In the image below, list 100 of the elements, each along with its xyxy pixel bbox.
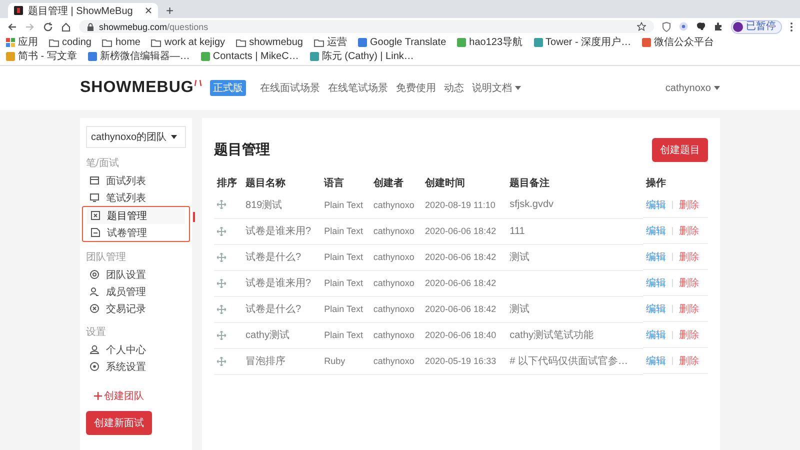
column-header: 语言 bbox=[324, 178, 344, 189]
bookmark[interactable]: work at kejigy bbox=[151, 36, 226, 49]
logo[interactable]: SHOWMEBUG bbox=[80, 79, 202, 97]
table-cell: cathynoxo bbox=[373, 356, 414, 366]
folder-icon bbox=[151, 38, 162, 46]
move-icon[interactable] bbox=[217, 304, 226, 314]
table-cell: cathynoxo bbox=[373, 226, 414, 236]
caret-icon bbox=[170, 135, 177, 139]
table-cell: 试卷是什么? bbox=[246, 252, 302, 263]
bookmark[interactable]: Tower - 深度用户… bbox=[534, 36, 632, 49]
close-icon[interactable] bbox=[145, 7, 152, 14]
move-icon[interactable] bbox=[217, 226, 226, 236]
move-icon[interactable] bbox=[217, 252, 226, 262]
table-cell: Plain Text bbox=[324, 200, 363, 210]
monitor-icon bbox=[90, 193, 99, 202]
site-icon bbox=[6, 52, 15, 61]
table-cell: Plain Text bbox=[324, 330, 363, 340]
table-cell: Plain Text bbox=[324, 226, 363, 236]
home-icon[interactable] bbox=[61, 22, 71, 32]
reload-icon[interactable] bbox=[43, 22, 53, 32]
site-icon bbox=[200, 52, 210, 61]
sidebar-item[interactable]: 团队设置 bbox=[86, 266, 186, 283]
table-cell: Plain Text bbox=[324, 252, 363, 262]
bookmark[interactable]: Contacts | MikeC… bbox=[200, 50, 299, 63]
puzzle-icon[interactable] bbox=[714, 22, 723, 31]
move-icon[interactable] bbox=[217, 330, 226, 340]
bookmark[interactable]: 新榜微信编辑器—… bbox=[88, 50, 190, 63]
sidebar-item[interactable]: 个人中心 bbox=[86, 341, 186, 358]
circle-x-icon bbox=[90, 304, 99, 313]
section-title: 设置 bbox=[86, 326, 107, 339]
back-icon[interactable] bbox=[7, 22, 17, 32]
square-x-icon bbox=[91, 211, 100, 220]
site-icon bbox=[358, 38, 367, 47]
table-cell: 试卷是谁来用? bbox=[246, 226, 312, 237]
table-cell: sfjsk.gvdv bbox=[510, 199, 554, 210]
table-cell: cathynoxo bbox=[373, 330, 414, 340]
table-cell: 测试 bbox=[510, 252, 530, 263]
person-icon bbox=[90, 345, 99, 354]
table-cell: 2020-06-06 18:42 bbox=[425, 278, 496, 288]
star-icon[interactable] bbox=[637, 22, 646, 31]
bookmark[interactable]: Google Translate bbox=[358, 36, 446, 49]
site-icon bbox=[642, 38, 652, 47]
more-icon[interactable] bbox=[790, 22, 793, 32]
nav-link[interactable]: 免费使用 bbox=[396, 81, 436, 95]
table-cell: 2020-06-06 18:40 bbox=[425, 330, 496, 340]
bookmark[interactable]: 陈元 (Cathy) | Link… bbox=[310, 50, 414, 63]
folder-icon bbox=[314, 38, 324, 46]
bookmark[interactable]: showmebug bbox=[236, 36, 303, 49]
move-icon[interactable] bbox=[217, 356, 226, 366]
column-header: 排序 bbox=[217, 178, 237, 189]
bookmark[interactable]: 微信公众平台 bbox=[642, 36, 714, 49]
table-cell: 2020-06-06 18:42 bbox=[425, 304, 496, 314]
nav-link[interactable]: 动态 bbox=[444, 81, 464, 95]
nav-link[interactable]: 说明文档 bbox=[472, 81, 521, 95]
table-cell: cathy测试笔试功能 bbox=[510, 330, 594, 341]
table-cell: 2020-06-06 18:42 bbox=[425, 226, 496, 236]
column-header: 创建时间 bbox=[425, 178, 466, 189]
sidebar-item[interactable]: 试卷管理 bbox=[87, 224, 185, 241]
sidebar-item[interactable]: 面试列表 bbox=[86, 172, 186, 189]
sidebar-item[interactable]: 交易记录 bbox=[86, 300, 186, 317]
team-select[interactable]: cathynoxo的团队 bbox=[86, 126, 186, 148]
table-cell: cathynoxo bbox=[373, 304, 414, 314]
antenna-icon bbox=[194, 79, 202, 86]
column-header: 创建者 bbox=[373, 178, 404, 189]
column-header: 操作 bbox=[646, 178, 666, 189]
sidebar-item[interactable]: 笔试列表 bbox=[86, 189, 186, 206]
column-header: 题目备注 bbox=[510, 178, 550, 189]
move-icon[interactable] bbox=[217, 200, 226, 210]
table-cell: cathynoxo bbox=[373, 252, 414, 262]
create-interview-button[interactable]: 创建新面试 bbox=[86, 411, 152, 435]
bookmark[interactable]: hao123导航 bbox=[457, 36, 523, 49]
table-cell: # 以下代码仅供面试官参… bbox=[510, 356, 628, 367]
apps-icon bbox=[6, 38, 15, 47]
move-icon[interactable] bbox=[217, 278, 226, 288]
extension-circle-icon[interactable] bbox=[679, 22, 688, 31]
nav-link[interactable]: 在线笔试场景 bbox=[328, 81, 388, 95]
folder-icon bbox=[49, 38, 59, 46]
create-team-link[interactable]: 创建团队 bbox=[94, 389, 186, 403]
profile-button[interactable]: 已暂停 bbox=[731, 20, 782, 34]
new-tab-button[interactable]: + bbox=[162, 4, 178, 18]
address-bar[interactable]: showmebug.com/questions bbox=[79, 20, 654, 33]
bookmark[interactable]: 应用 bbox=[6, 36, 38, 49]
favicon-icon bbox=[14, 6, 23, 15]
table-cell: 试卷是谁来用? bbox=[246, 278, 312, 289]
browser-tab[interactable]: 题目管理 | ShowMeBug bbox=[8, 3, 158, 18]
user-menu[interactable]: cathynoxo bbox=[665, 82, 720, 94]
nav-link[interactable]: 在线面试场景 bbox=[260, 81, 320, 95]
create-question-button[interactable]: 创建题目 bbox=[652, 138, 708, 162]
url-text: showmebug.com/questions bbox=[99, 22, 208, 32]
bookmark[interactable]: home bbox=[102, 36, 140, 49]
tab-title: 题目管理 | ShowMeBug bbox=[28, 4, 134, 18]
bookmark[interactable]: 简书 - 写文章 bbox=[6, 50, 77, 63]
bookmark[interactable]: 运营 bbox=[314, 36, 347, 49]
bookmark[interactable]: coding bbox=[49, 36, 92, 49]
table-cell: Ruby bbox=[324, 356, 346, 366]
sidebar-item[interactable]: 系统设置 bbox=[86, 358, 186, 375]
table-cell: 试卷是什么? bbox=[246, 304, 302, 315]
sidebar-item[interactable]: 成员管理 bbox=[86, 283, 186, 300]
table-cell: 2020-08-19 11:10 bbox=[425, 200, 496, 210]
shield-icon[interactable] bbox=[662, 22, 671, 32]
